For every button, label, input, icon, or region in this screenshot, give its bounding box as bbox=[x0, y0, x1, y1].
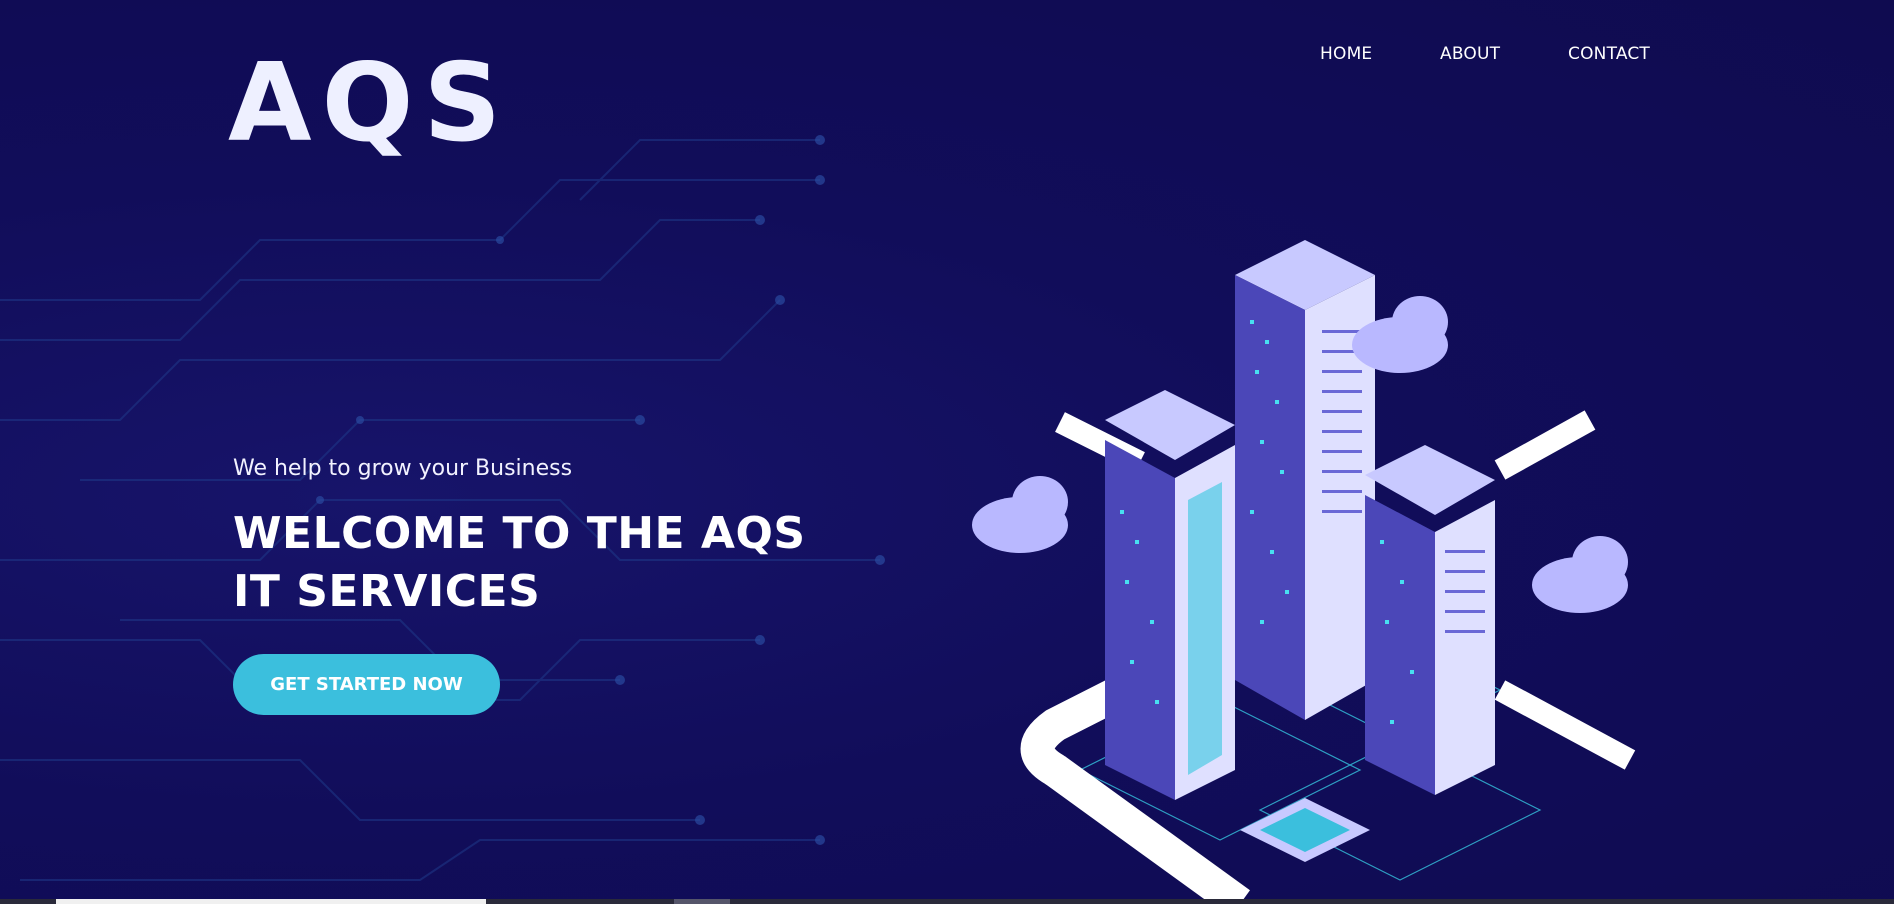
hero-tagline: We help to grow your Business bbox=[233, 456, 573, 481]
nav-item-contact[interactable]: CONTACT bbox=[1568, 44, 1650, 64]
scrollbar-thumb[interactable] bbox=[56, 899, 486, 904]
headline-line-1: WELCOME TO THE AQS bbox=[233, 508, 806, 559]
horizontal-scrollbar[interactable] bbox=[0, 899, 1894, 904]
nav-item-label: HOME bbox=[1320, 44, 1373, 64]
nav-item-home[interactable]: HOME bbox=[1318, 44, 1375, 67]
hero-section: AQS HOME ABOUT CONTACT We help to grow y… bbox=[0, 0, 1894, 904]
nav-item-label: ABOUT bbox=[1440, 44, 1501, 64]
nav-item-about[interactable]: ABOUT bbox=[1440, 44, 1500, 64]
headline-line-2: IT SERVICES bbox=[233, 566, 541, 617]
hero-headline: WELCOME TO THE AQS IT SERVICES bbox=[233, 505, 853, 621]
scrollbar-marker bbox=[674, 899, 730, 904]
nav-item-label: CONTACT bbox=[1568, 44, 1651, 64]
logo[interactable]: AQS bbox=[228, 50, 511, 158]
isometric-city-illustration-icon bbox=[972, 240, 1636, 904]
get-started-button[interactable]: GET STARTED NOW bbox=[233, 654, 500, 715]
